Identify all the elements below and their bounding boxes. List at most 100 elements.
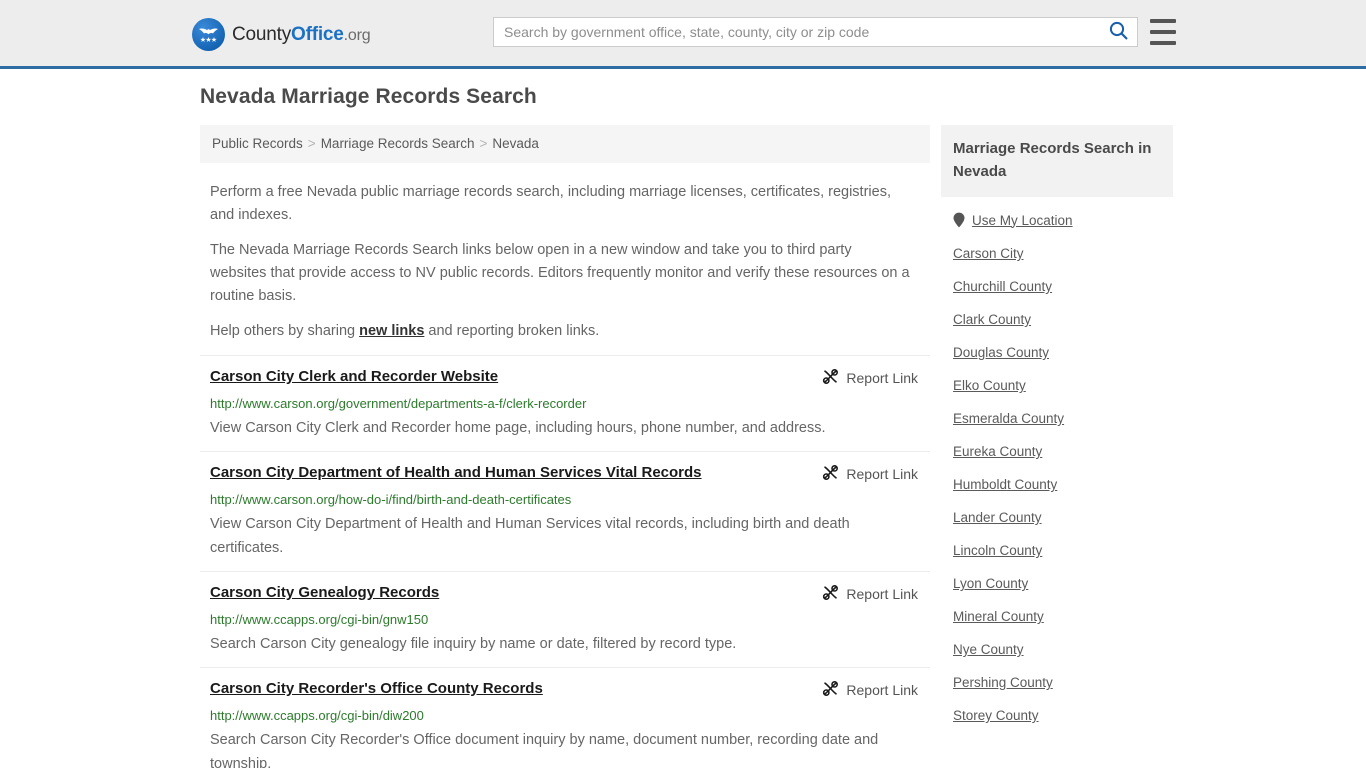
county-link[interactable]: Lincoln County xyxy=(953,543,1042,558)
content-container: Nevada Marriage Records Search Public Re… xyxy=(188,69,1178,768)
use-my-location-link[interactable]: Use My Location xyxy=(972,213,1073,228)
page-title: Nevada Marriage Records Search xyxy=(200,85,537,108)
broken-link-icon xyxy=(822,584,839,604)
result-description: View Carson City Department of Health an… xyxy=(210,516,850,556)
report-link-button[interactable]: Report Link xyxy=(822,584,930,604)
new-links-link[interactable]: new links xyxy=(359,323,424,339)
logo-text-county: County xyxy=(232,23,292,45)
result-url[interactable]: http://www.carson.org/how-do-i/find/birt… xyxy=(210,489,930,510)
result-header: Carson City Department of Health and Hum… xyxy=(210,463,930,484)
result-title-link[interactable]: Carson City Clerk and Recorder Website xyxy=(210,367,498,387)
search-button[interactable] xyxy=(1099,18,1137,46)
report-link-button[interactable]: Report Link xyxy=(822,368,930,388)
page-body: Nevada Marriage Records Search Public Re… xyxy=(0,69,1366,768)
intro-text-after-link: and reporting broken links. xyxy=(424,323,600,339)
breadcrumb-item-nevada: Nevada xyxy=(492,136,539,151)
sidebar-item-clark-county[interactable]: Clark County xyxy=(953,303,1173,336)
sidebar: Marriage Records Search in Nevada Use My… xyxy=(941,125,1173,732)
intro-section: Perform a free Nevada public marriage re… xyxy=(200,163,930,343)
broken-link-icon xyxy=(822,368,839,388)
result-description: Search Carson City genealogy file inquir… xyxy=(210,636,737,652)
main-column: Public Records > Marriage Records Search > N… xyxy=(200,125,930,768)
county-link[interactable]: Clark County xyxy=(953,312,1031,327)
search-icon xyxy=(1109,21,1128,43)
breadcrumb-separator-2: > xyxy=(479,136,488,151)
result-header: Carson City Genealogy Records Report Lin… xyxy=(210,583,930,604)
sidebar-item-humboldt-county[interactable]: Humboldt County xyxy=(953,468,1173,501)
county-link[interactable]: Elko County xyxy=(953,378,1026,393)
sidebar-item-lyon-county[interactable]: Lyon County xyxy=(953,567,1173,600)
broken-link-icon xyxy=(822,464,839,484)
breadcrumb-separator-1: > xyxy=(307,136,316,151)
county-link[interactable]: Carson City xyxy=(953,246,1024,261)
result-item: Carson City Recorder's Office County Rec… xyxy=(200,667,930,768)
sidebar-item-lincoln-county[interactable]: Lincoln County xyxy=(953,534,1173,567)
logo-text-office: Office xyxy=(291,23,344,45)
sidebar-heading: Marriage Records Search in Nevada xyxy=(941,125,1173,197)
county-link[interactable]: Lyon County xyxy=(953,576,1028,591)
sidebar-item-storey-county[interactable]: Storey County xyxy=(953,699,1173,732)
menu-bar-3 xyxy=(1150,41,1176,45)
logo-text-org: .org xyxy=(343,26,371,44)
sidebar-item-douglas-county[interactable]: Douglas County xyxy=(953,336,1173,369)
result-item: Carson City Department of Health and Hum… xyxy=(200,451,930,571)
county-link[interactable]: Lander County xyxy=(953,510,1042,525)
result-title-link[interactable]: Carson City Department of Health and Hum… xyxy=(210,463,702,483)
county-link[interactable]: Douglas County xyxy=(953,345,1049,360)
logo-wordmark: CountyOffice.org xyxy=(232,23,371,46)
hamburger-menu-icon[interactable] xyxy=(1150,19,1176,45)
report-link-label: Report Link xyxy=(846,682,918,698)
result-item: Carson City Clerk and Recorder Website R… xyxy=(200,355,930,451)
sidebar-item-nye-county[interactable]: Nye County xyxy=(953,633,1173,666)
menu-bar-2 xyxy=(1150,30,1176,34)
sidebar-item-lander-county[interactable]: Lander County xyxy=(953,501,1173,534)
result-header: Carson City Clerk and Recorder Website R… xyxy=(210,367,930,388)
result-title-link[interactable]: Carson City Recorder's Office County Rec… xyxy=(210,679,543,699)
county-link[interactable]: Humboldt County xyxy=(953,477,1057,492)
report-link-button[interactable]: Report Link xyxy=(822,680,930,700)
county-link[interactable]: Mineral County xyxy=(953,609,1044,624)
broken-link-icon xyxy=(822,680,839,700)
sidebar-item-carson-city[interactable]: Carson City xyxy=(953,237,1173,270)
county-link[interactable]: Churchill County xyxy=(953,279,1052,294)
result-description: View Carson City Clerk and Recorder home… xyxy=(210,420,826,436)
result-item: Carson City Genealogy Records Report Lin… xyxy=(200,571,930,667)
result-url[interactable]: http://www.ccapps.org/cgi-bin/gnw150 xyxy=(210,609,930,630)
result-url[interactable]: http://www.carson.org/government/departm… xyxy=(210,393,930,414)
sidebar-item-churchill-county[interactable]: Churchill County xyxy=(953,270,1173,303)
sidebar-item-elko-county[interactable]: Elko County xyxy=(953,369,1173,402)
result-url[interactable]: http://www.ccapps.org/cgi-bin/diw200 xyxy=(210,705,930,726)
site-logo[interactable]: CountyOffice.org xyxy=(192,18,371,51)
menu-bar-1 xyxy=(1150,19,1176,23)
county-link[interactable]: Pershing County xyxy=(953,675,1053,690)
intro-paragraph-2: The Nevada Marriage Records Search links… xyxy=(210,242,910,304)
sidebar-item-esmeralda-county[interactable]: Esmeralda County xyxy=(953,402,1173,435)
county-link[interactable]: Esmeralda County xyxy=(953,411,1064,426)
county-link[interactable]: Nye County xyxy=(953,642,1024,657)
county-link[interactable]: Eureka County xyxy=(953,444,1042,459)
intro-paragraph-3: Help others by sharing new links and rep… xyxy=(210,320,910,343)
intro-text-before-link: Help others by sharing xyxy=(210,323,360,339)
sidebar-item-eureka-county[interactable]: Eureka County xyxy=(953,435,1173,468)
intro-paragraph-1: Perform a free Nevada public marriage re… xyxy=(210,184,891,223)
map-pin-icon xyxy=(953,212,965,228)
two-column-layout: Public Records > Marriage Records Search > N… xyxy=(188,125,1178,768)
sidebar-item-use-my-location[interactable]: Use My Location xyxy=(953,203,1173,237)
breadcrumb: Public Records > Marriage Records Search > N… xyxy=(200,125,930,163)
county-link[interactable]: Storey County xyxy=(953,708,1039,723)
report-link-label: Report Link xyxy=(846,586,918,602)
result-header: Carson City Recorder's Office County Rec… xyxy=(210,679,930,700)
sidebar-item-pershing-county[interactable]: Pershing County xyxy=(953,666,1173,699)
breadcrumb-item-marriage-records-search[interactable]: Marriage Records Search xyxy=(321,136,475,151)
site-header: CountyOffice.org xyxy=(0,0,1366,69)
eagle-shield-logo-icon xyxy=(192,18,225,51)
result-description: Search Carson City Recorder's Office doc… xyxy=(210,732,879,768)
report-link-label: Report Link xyxy=(846,466,918,482)
report-link-button[interactable]: Report Link xyxy=(822,464,930,484)
search-input[interactable] xyxy=(494,18,1099,46)
report-link-label: Report Link xyxy=(846,370,918,386)
sidebar-item-mineral-county[interactable]: Mineral County xyxy=(953,600,1173,633)
result-title-link[interactable]: Carson City Genealogy Records xyxy=(210,583,439,603)
search-bar[interactable] xyxy=(493,17,1138,47)
breadcrumb-item-public-records[interactable]: Public Records xyxy=(212,136,303,151)
